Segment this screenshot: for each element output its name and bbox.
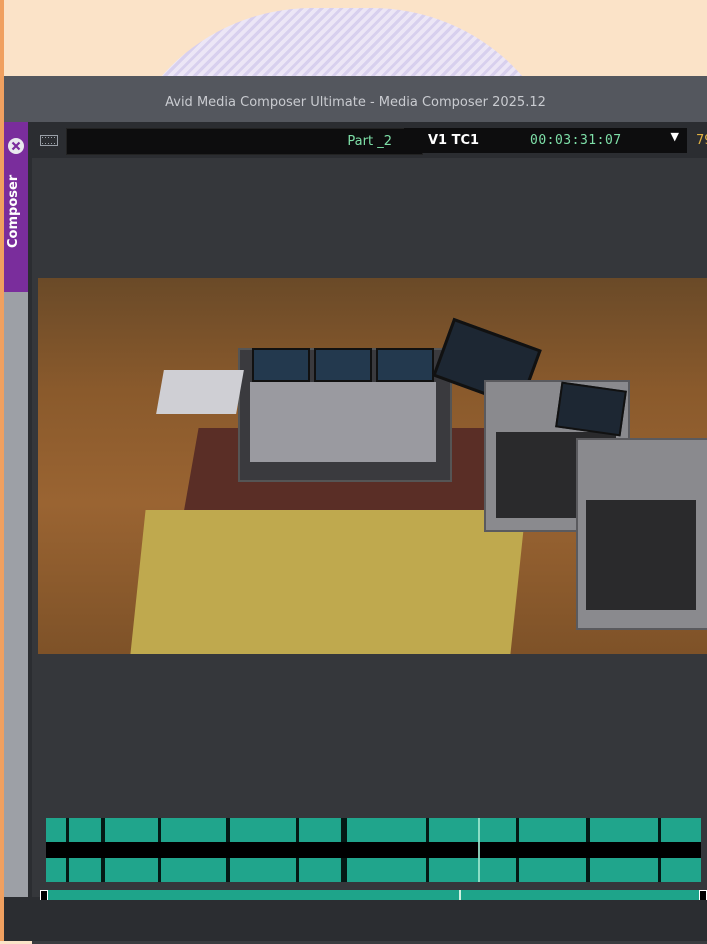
video-rug-yellow xyxy=(130,510,526,654)
waveform-peak xyxy=(341,818,347,882)
video-laptop-left xyxy=(156,370,244,414)
app-window: Avid Media Composer Ultimate - Media Com… xyxy=(4,76,707,944)
timecode-value: 00:03:31:07 xyxy=(530,133,622,148)
waveform-peak xyxy=(296,818,299,882)
dropdown-caret-icon[interactable]: ▼ xyxy=(671,130,679,143)
waveform-peak xyxy=(586,818,590,882)
video-console-surface xyxy=(250,382,436,462)
waveform-center-band xyxy=(46,842,701,858)
audio-waveform[interactable] xyxy=(46,818,701,882)
secondary-display-value: 79 xyxy=(696,133,707,148)
monitor-toolbar: Part _2 ▼ V1 TC1 00:03:31:07 ▼ 79 xyxy=(32,122,707,158)
video-console-screen xyxy=(376,348,434,382)
tc-track-label: V1 TC1 xyxy=(428,133,480,148)
waveform-peak xyxy=(158,818,161,882)
video-rack-2 xyxy=(576,438,707,630)
waveform-peak xyxy=(426,818,429,882)
waveform-position-line xyxy=(478,818,480,882)
window-title: Avid Media Composer Ultimate - Media Com… xyxy=(165,95,546,110)
bottom-bar xyxy=(4,900,707,941)
film-strip-icon[interactable] xyxy=(40,135,58,146)
composer-tab-label: Composer xyxy=(6,174,21,248)
clip-name-menu[interactable]: Part _2 ▼ xyxy=(66,128,423,155)
side-panel-lower xyxy=(4,292,28,897)
waveform-peak xyxy=(101,818,105,882)
waveform-peak xyxy=(658,818,661,882)
title-bar: Avid Media Composer Ultimate - Media Com… xyxy=(4,76,707,122)
video-console-screen xyxy=(314,348,372,382)
video-laptop-right xyxy=(555,381,627,437)
timecode-display[interactable]: V1 TC1 00:03:31:07 ▼ xyxy=(404,128,687,153)
waveform-peak xyxy=(516,818,519,882)
video-console-screen xyxy=(252,348,310,382)
clip-name: Part _2 xyxy=(347,134,392,149)
video-frame xyxy=(38,278,707,654)
composer-monitor: Part _2 ▼ V1 TC1 00:03:31:07 ▼ 79 xyxy=(32,122,707,944)
waveform-peak xyxy=(226,818,230,882)
waveform-peak xyxy=(66,818,69,882)
